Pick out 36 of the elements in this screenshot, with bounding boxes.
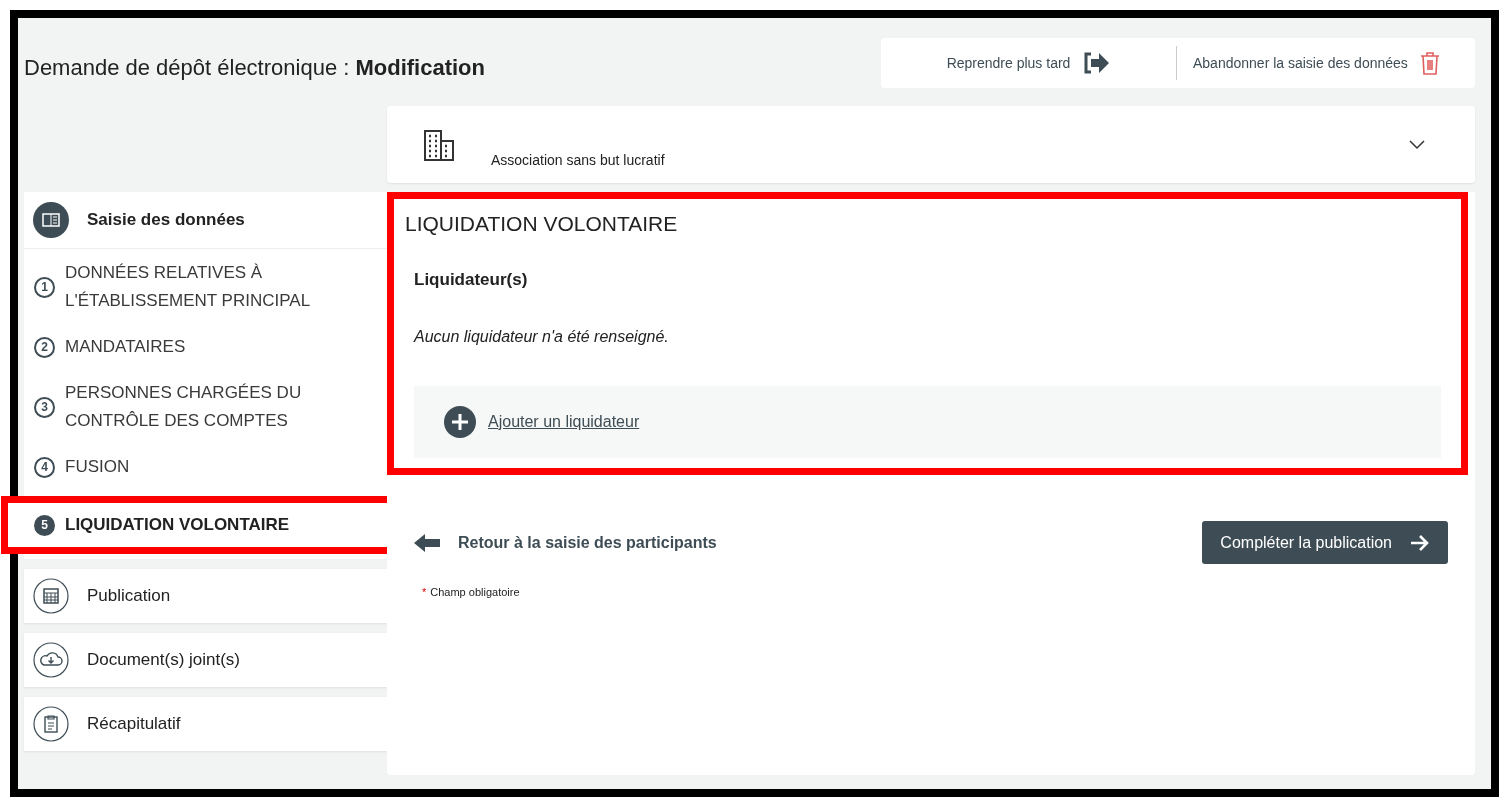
step-number: 2	[34, 336, 55, 358]
book-icon	[33, 202, 69, 238]
abandon-button[interactable]: Abandonner la saisie des données	[1177, 38, 1456, 88]
exit-arrow-icon	[1082, 51, 1111, 75]
trash-icon	[1419, 51, 1440, 75]
plus-icon[interactable]	[444, 406, 476, 438]
chevron-icon[interactable]	[1409, 139, 1425, 150]
cloud-download-icon	[33, 642, 69, 678]
step-number: 3	[34, 396, 55, 418]
section-heading: LIQUIDATION VOLONTAIRE	[405, 212, 679, 236]
section-item[interactable]: Récapitulatif	[24, 697, 387, 751]
subsection-heading: Liquidateur(s)	[414, 270, 529, 290]
section-item[interactable]: Document(s) joint(s)	[24, 633, 387, 687]
step-item[interactable]: 3 PERSONNES CHARGÉES DU CONTRÔLE DES COMPTES	[24, 371, 387, 443]
required-mark: *	[422, 586, 427, 598]
resume-later-button[interactable]: Reprendre plus tard	[881, 46, 1177, 80]
back-arrow-icon	[414, 533, 440, 552]
section-title: Saisie des données	[87, 210, 245, 230]
next-button[interactable]: Compléter la publication	[1202, 521, 1448, 564]
page-title: Demande de dépôt électronique : Modification	[24, 55, 485, 81]
required-note: Champ obligatoire	[430, 586, 520, 598]
arrow-right-icon	[1410, 533, 1430, 552]
calendar-icon	[33, 578, 69, 614]
section-item[interactable]: Publication	[24, 569, 387, 623]
add-link[interactable]: Ajouter un liquidateur	[488, 413, 640, 431]
organisation-type: Association sans but lucratif	[491, 151, 666, 168]
step-number: 5	[34, 514, 55, 536]
clipboard-icon	[33, 706, 69, 742]
empty-message: Aucun liquidateur n'a été renseigné.	[414, 328, 670, 346]
step-number: 4	[34, 456, 55, 478]
back-link[interactable]: Retour à la saisie des participants	[414, 533, 717, 552]
step-item[interactable]: 2 MANDATAIRES	[24, 325, 387, 369]
step-item[interactable]: 4 FUSION	[24, 445, 387, 489]
building-icon	[423, 128, 455, 161]
step-item[interactable]: 1 DONNÉES RELATIVES À L'ÉTABLISSEMENT PRINCIPAL	[24, 251, 387, 323]
step-number: 1	[34, 276, 55, 298]
